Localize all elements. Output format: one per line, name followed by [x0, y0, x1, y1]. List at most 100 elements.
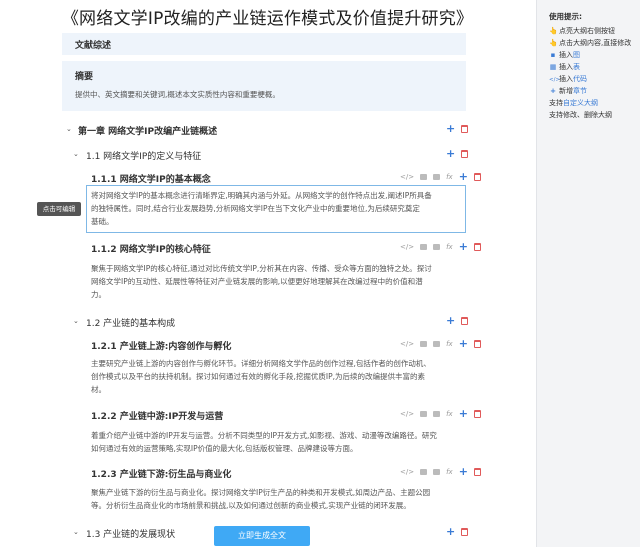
abstract-text: 提供中、英文摘要和关键词,概述本文实质性内容和重要梗概。 [75, 90, 280, 99]
code-icon[interactable]: </> [400, 410, 414, 418]
section-1-2-1-text[interactable]: 主要研究产业链上游的内容创作与孵化环节。详细分析网络文学作品的创作过程,包括作者… [91, 357, 431, 396]
add-icon[interactable]: + [446, 148, 455, 159]
section-1-1-1-ops: </> fx + [400, 171, 481, 182]
generate-full-text-button[interactable]: 立即生成全文 [214, 526, 310, 546]
formula-icon[interactable]: fx [446, 173, 453, 181]
abstract-heading: 摘要 [75, 72, 94, 82]
code-icon[interactable]: </> [400, 468, 414, 476]
add-icon[interactable]: + [459, 171, 468, 182]
formula-icon[interactable]: fx [446, 340, 453, 348]
text-line: 着重介绍产业链中游的IP开发与运营。分析不同类型的IP开发方式,如影视、游戏、动… [91, 431, 437, 440]
tip-item: ▪ 插入图 [549, 50, 580, 60]
tip-highlight: 图 [573, 51, 580, 59]
formula-icon[interactable]: fx [446, 410, 453, 418]
chevron-down-icon[interactable]: ⌄ [73, 528, 79, 536]
section-1-2-1-heading[interactable]: 1.2.1 产业链上游:内容创作与孵化 [91, 339, 231, 352]
delete-icon[interactable] [461, 125, 469, 133]
delete-icon[interactable] [473, 340, 481, 348]
tip-highlight: 自定义大纲 [563, 99, 598, 107]
tips-title: 使用提示: [549, 12, 582, 21]
chevron-down-icon[interactable]: ⌄ [73, 317, 79, 325]
delete-icon[interactable] [473, 468, 481, 476]
tip-text: 点击大纲内容,直接修改 [559, 39, 632, 47]
section-1-1-ops: + [446, 148, 469, 159]
section-1-2-2-heading[interactable]: 1.2.2 产业链中游:IP开发与运营 [91, 409, 223, 422]
chart-icon[interactable] [433, 469, 441, 475]
add-icon[interactable]: + [459, 338, 468, 349]
code-icon[interactable]: </> [400, 340, 414, 348]
table-icon[interactable] [420, 244, 428, 250]
section-1-2-2-text[interactable]: 着重介绍产业链中游的IP开发与运营。分析不同类型的IP开发方式,如影视、游戏、动… [91, 429, 437, 455]
section-1-3-ops: + [446, 526, 469, 537]
add-icon[interactable]: + [446, 315, 455, 326]
code-icon[interactable]: </> [400, 243, 414, 251]
hand-icon: 👆 [549, 27, 558, 35]
add-icon[interactable]: + [459, 408, 468, 419]
tip-text: 支持 [549, 99, 563, 107]
section-1-1-heading[interactable]: 1.1 网络文学IP的定义与特征 [86, 149, 201, 162]
table-icon[interactable] [420, 411, 428, 417]
section-1-2-1-ops: </> fx + [400, 338, 481, 349]
text-line: 力。 [91, 290, 106, 299]
delete-icon[interactable] [461, 150, 469, 158]
section-1-2-heading[interactable]: 1.2 产业链的基本构成 [86, 316, 175, 329]
section-1-1-2-text[interactable]: 聚焦于网络文学IP的核心特征,通过对比传统文学IP,分析其在内容、传播、受众等方… [91, 262, 432, 301]
tip-text: 点亮大纲右侧按钮 [559, 27, 615, 35]
tip-highlight: 表 [573, 63, 580, 71]
text-line: 等。分析衍生品商业化的市场前景和挑战,以及如何通过创新的商业模式,实现产业链的闭… [91, 501, 411, 510]
tip-item: 支持自定义大纲 [549, 98, 598, 108]
tip-text: 插入 [559, 51, 573, 59]
chapter-1-heading[interactable]: 第一章 网络文学IP改编产业链概述 [78, 124, 217, 137]
section-1-1-2-ops: </> fx + [400, 241, 481, 252]
delete-icon[interactable] [461, 528, 469, 536]
table-icon[interactable] [420, 341, 428, 347]
section-1-2-3-heading[interactable]: 1.2.3 产业链下游:衍生品与商业化 [91, 467, 231, 480]
tip-text: 支持修改、删除大纲 [549, 111, 612, 119]
add-icon[interactable]: + [459, 466, 468, 477]
chart-icon[interactable] [433, 341, 441, 347]
chart-icon[interactable] [433, 174, 441, 180]
chevron-down-icon[interactable]: ⌄ [66, 125, 72, 133]
tip-item: ▦ 插入表 [549, 62, 580, 72]
page-title: 《网络文学IP改编的产业链运作模式及价值提升研究》 [61, 9, 474, 29]
section-1-2-3-ops: </> fx + [400, 466, 481, 477]
text-line: 如何通过有效的运营策略,实现IP价值的最大化,包括版权管理、品牌建设等方面。 [91, 444, 358, 453]
section-1-1-1-heading[interactable]: 1.1.1 网络文学IP的基本概念 [91, 172, 211, 185]
literature-review-label: 文献综述 [75, 41, 112, 51]
chart-icon[interactable] [433, 411, 441, 417]
text-line: 聚焦产业链下游的衍生品与商业化。探讨网络文学IP衍生产品的种类和开发模式,如周边… [91, 488, 431, 497]
code-icon[interactable]: </> [400, 173, 414, 181]
add-icon[interactable]: + [459, 241, 468, 252]
tip-item: + 新增章节 [549, 86, 587, 96]
code-icon: </> [549, 77, 561, 83]
delete-icon[interactable] [473, 173, 481, 181]
abstract-section[interactable]: 摘要 提供中、英文摘要和关键词,概述本文实质性内容和重要梗概。 [62, 61, 466, 111]
tip-text: 插入 [559, 63, 573, 71]
delete-icon[interactable] [473, 410, 481, 418]
tip-highlight: 章节 [573, 87, 587, 95]
section-1-2-3-text[interactable]: 聚焦产业链下游的衍生品与商业化。探讨网络文学IP衍生产品的种类和开发模式,如周边… [91, 486, 430, 512]
chevron-down-icon[interactable]: ⌄ [73, 150, 79, 158]
formula-icon[interactable]: fx [446, 468, 453, 476]
section-1-1-2-heading[interactable]: 1.1.2 网络文学IP的核心特征 [91, 242, 211, 255]
text-line: 网络文学IP的互动性、延展性等特征对产业链发展的影响,以便更好地理解其在改编过程… [91, 277, 423, 286]
text-line: 将对网络文学IP的基本概念进行清晰界定,明确其内涵与外延。从网络文学的创作特点出… [91, 191, 432, 200]
table-icon[interactable] [420, 174, 428, 180]
literature-review-section[interactable]: 文献综述 [62, 33, 466, 55]
plus-icon: + [550, 87, 556, 95]
section-1-2-2-ops: </> fx + [400, 408, 481, 419]
section-1-3-heading[interactable]: 1.3 产业链的发展现状 [86, 527, 175, 540]
delete-icon[interactable] [461, 317, 469, 325]
section-1-1-1-text[interactable]: 将对网络文学IP的基本概念进行清晰界定,明确其内涵与外延。从网络文学的创作特点出… [91, 189, 432, 228]
add-icon[interactable]: + [446, 526, 455, 537]
delete-icon[interactable] [473, 243, 481, 251]
formula-icon[interactable]: fx [446, 243, 453, 251]
tip-highlight: 代码 [573, 75, 587, 83]
table-icon[interactable] [420, 469, 428, 475]
section-1-2-ops: + [446, 315, 469, 326]
image-icon: ▪ [550, 51, 556, 59]
chart-icon[interactable] [433, 244, 441, 250]
add-icon[interactable]: + [446, 123, 455, 134]
text-line: 创作模式以及平台的扶持机制。探讨如何通过有效的孵化手段,挖掘优质IP,为后续的改… [91, 372, 426, 381]
edit-tooltip: 点击可编辑 [37, 202, 81, 216]
